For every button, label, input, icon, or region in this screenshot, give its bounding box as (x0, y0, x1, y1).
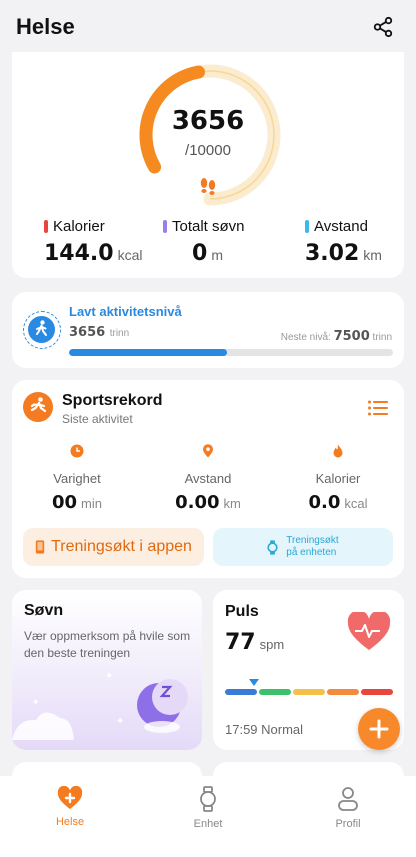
tab-label: Enhet (193, 818, 223, 830)
app-header: Helse (0, 0, 416, 52)
activity-steps: 3656 trinn (69, 325, 129, 340)
stat-calories: Kalorier 144.0 kcal (44, 218, 143, 266)
workout-on-device-line2: på enheten (286, 547, 337, 558)
bottom-tab-bar: Helse Enhet Profil (0, 776, 416, 857)
activity-level-badge (23, 311, 61, 349)
activity-level-title: Lavt aktivitetsnivå (69, 304, 182, 319)
pulse-zone-5 (361, 689, 393, 695)
stat-unit: m (211, 247, 223, 263)
pulse-zone-3 (293, 689, 325, 695)
workout-on-device-button[interactable]: Treningsøkt på enheten (213, 528, 393, 566)
metric-unit: min (81, 496, 102, 511)
metric-label: Varighet (53, 471, 101, 486)
plus-icon (369, 719, 389, 739)
share-icon[interactable] (372, 16, 394, 38)
watch-icon (200, 786, 216, 812)
phone-icon (35, 540, 45, 554)
pulse-value: 77 (225, 630, 256, 655)
sleep-card[interactable]: Søvn Vær oppmerksom på hvile som den bes… (12, 590, 202, 750)
metric-label: Kalorier (315, 471, 361, 486)
heart-pulse-icon (347, 612, 391, 650)
stat-unit: km (363, 247, 382, 263)
metric-value: 0.0 (308, 492, 341, 513)
pulse-zone-4 (327, 689, 359, 695)
location-pin-icon (203, 444, 213, 458)
pulse-unit: spm (259, 637, 285, 652)
flame-icon (333, 444, 343, 458)
footprints-icon (200, 178, 216, 195)
moon-sleep-illustration: ✦ ✦ ✦ (12, 671, 188, 740)
next-level: Neste nivå: 7500 trinn (281, 329, 392, 344)
stat-label: Totalt søvn (172, 218, 245, 235)
clock-icon (70, 444, 84, 458)
running-person-icon (30, 397, 47, 413)
sport-record-title: Sportsrekord (62, 392, 163, 409)
next-level-label: Neste nivå: (280, 332, 331, 343)
page-title: Helse (16, 14, 75, 39)
distance-color-bar (305, 220, 309, 233)
stat-value: 3.02 (305, 241, 360, 266)
workout-on-device-line1: Treningsøkt (286, 535, 339, 546)
metric-duration: Varighet 00 min (17, 444, 137, 513)
metric-unit: km (223, 496, 241, 511)
activity-progress-bar (69, 349, 393, 356)
heart-plus-icon (57, 786, 83, 809)
stat-value: 0 (192, 241, 208, 266)
svg-text:✦: ✦ (105, 671, 113, 682)
pulse-zone-marker (249, 679, 259, 686)
metric-unit: kcal (344, 496, 368, 511)
workout-in-app-button[interactable]: Treningsøkt i appen (23, 528, 204, 566)
stat-label: Avstand (314, 218, 368, 235)
calories-color-bar (44, 220, 48, 233)
next-level-unit: trinn (372, 332, 392, 343)
steps-count: 3656 (171, 106, 245, 136)
tab-label: Profil (335, 818, 361, 830)
stat-label: Kalorier (53, 218, 105, 235)
metric-calories: Kalorier 0.0 kcal (278, 444, 398, 513)
stat-distance: Avstand 3.02 km (305, 218, 382, 266)
list-icon[interactable] (368, 400, 388, 416)
stat-value: 144.0 (44, 241, 114, 266)
tab-label: Helse (55, 816, 85, 828)
pulse-zone-2 (259, 689, 291, 695)
svg-text:✦: ✦ (32, 698, 40, 708)
sleep-color-bar (163, 220, 167, 233)
add-button[interactable] (358, 708, 400, 750)
watch-icon (267, 539, 278, 555)
stat-sleep: Totalt søvn 0m (163, 218, 245, 266)
metric-value: 0.00 (175, 492, 220, 513)
next-level-value: 7500 (333, 329, 370, 344)
sport-record-subtitle: Siste aktivitet (62, 412, 133, 426)
tab-profile[interactable]: Profil (298, 786, 398, 830)
sport-record-card[interactable]: Sportsrekord Siste aktivitet Varighet 00… (12, 380, 404, 578)
tab-device[interactable]: Enhet (158, 786, 258, 830)
runner-badge (23, 392, 53, 422)
steps-card[interactable]: 3656 /10000 Kalorier 144.0 kcal Totalt sø… (12, 52, 404, 278)
person-icon (338, 787, 358, 811)
pulse-timestamp: 17:59 Normal (225, 722, 304, 737)
metric-label: Avstand (184, 471, 232, 486)
pulse-title: Puls (225, 603, 259, 620)
tab-health[interactable]: Helse (20, 786, 120, 828)
metric-distance: Avstand 0.00 km (148, 444, 268, 513)
activity-level-card[interactable]: Lavt aktivitetsnivå 3656 trinn Neste niv… (12, 292, 404, 368)
pulse-zone-1 (225, 689, 257, 695)
workout-in-app-label: Treningsøkt i appen (51, 538, 192, 555)
pulse-zones-bar (225, 689, 393, 695)
stat-unit: kcal (117, 247, 143, 263)
activity-steps-value: 3656 (69, 325, 106, 340)
activity-steps-unit: trinn (109, 328, 130, 339)
svg-text:✦: ✦ (116, 716, 124, 727)
walking-person-icon (36, 320, 47, 336)
steps-goal: /10000 (185, 142, 231, 159)
metric-value: 00 (51, 492, 78, 513)
activity-progress-fill (69, 349, 227, 356)
